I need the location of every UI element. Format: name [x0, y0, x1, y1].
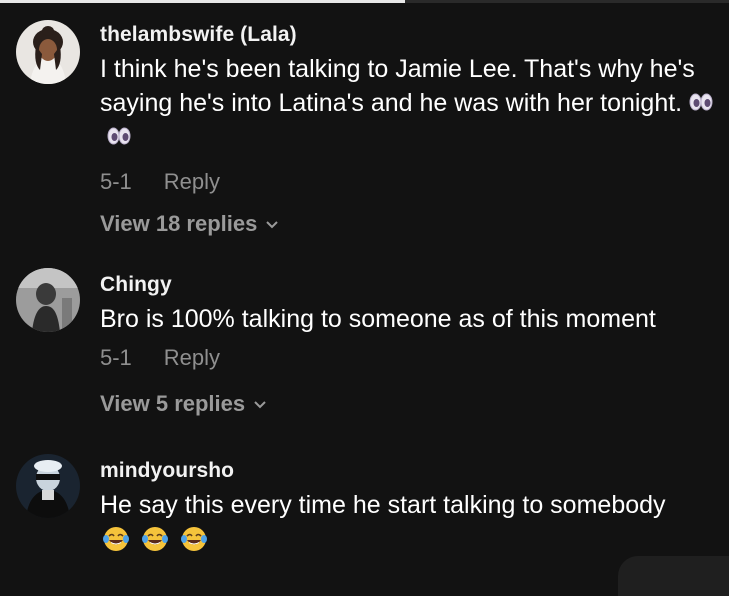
username[interactable]: thelambswife (Lala): [100, 22, 719, 48]
eyes-emoji-icon: [688, 89, 714, 115]
view-replies-button[interactable]: View 18 replies: [100, 210, 279, 238]
tears-of-joy-emoji-icon: [141, 525, 168, 551]
reply-button[interactable]: Reply: [164, 168, 220, 196]
eyes-emoji-icon: [106, 123, 132, 149]
comment-body: mindyoursho He say this every time he st…: [100, 458, 719, 556]
comment-body: thelambswife (Lala) I think he's been ta…: [100, 22, 719, 238]
chevron-down-icon: [253, 397, 267, 411]
comment-meta: 5-1 Reply: [100, 168, 719, 196]
username[interactable]: Chingy: [100, 272, 719, 298]
comment-body: Chingy Bro is 100% talking to someone as…: [100, 272, 719, 418]
comment-date: 5-1: [100, 169, 132, 194]
reply-button[interactable]: Reply: [164, 344, 220, 372]
emoji-row: [100, 522, 719, 556]
username[interactable]: mindyoursho: [100, 458, 719, 484]
comment-text: He say this every time he start talking …: [100, 491, 666, 519]
view-replies-button[interactable]: View 5 replies: [100, 390, 267, 418]
comment-text: Bro is 100% talking to someone as of thi…: [100, 305, 656, 333]
comment-meta: 5-1 Reply: [100, 344, 719, 372]
floating-panel-edge: [618, 556, 729, 596]
tears-of-joy-emoji-icon: [180, 525, 207, 551]
chevron-down-icon: [265, 217, 279, 231]
top-progress-fill: [0, 0, 405, 3]
avatar[interactable]: [16, 454, 80, 518]
avatar[interactable]: [16, 268, 80, 332]
avatar[interactable]: [16, 20, 80, 84]
comment-text: I think he's been talking to Jamie Lee. …: [100, 52, 719, 154]
top-progress-track: [0, 0, 729, 3]
view-replies-label: View 18 replies: [100, 211, 258, 236]
view-replies-label: View 5 replies: [100, 391, 246, 416]
comment-date: 5-1: [100, 345, 132, 370]
tears-of-joy-emoji-icon: [102, 525, 129, 551]
comment-text-content: I think he's been talking to Jamie Lee. …: [100, 55, 695, 117]
